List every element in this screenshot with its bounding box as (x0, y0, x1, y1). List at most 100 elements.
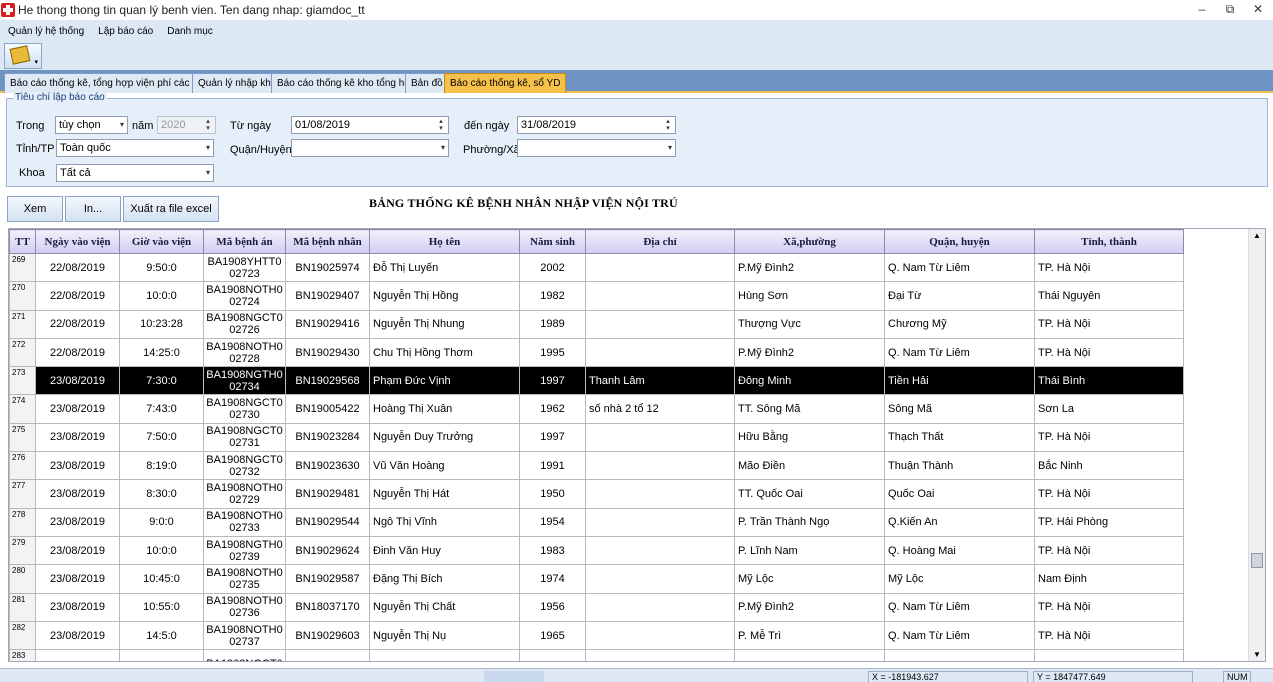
cell-dia-chi[interactable] (585, 309, 735, 339)
cell-ma-benh-nhan[interactable]: BN19005422 (285, 394, 370, 424)
cell-xa-phuong[interactable] (734, 649, 885, 661)
cell-nam-sinh[interactable]: 1997 (519, 366, 586, 396)
cell-quan-huyen[interactable]: Quốc Oai (884, 479, 1035, 509)
cell-ma-benh-an[interactable]: BA1908NGCT002731 (203, 422, 286, 453)
cell-nam-sinh[interactable]: 1995 (519, 337, 586, 368)
cell-quan-huyen[interactable]: Tiền Hải (884, 366, 1035, 396)
cell-quan-huyen[interactable]: Q.Kiến An (884, 507, 1035, 537)
cell-quan-huyen[interactable]: Mỹ Lộc (884, 564, 1035, 594)
cell-xa-phuong[interactable]: Mỹ Lộc (734, 564, 885, 594)
cell-xa-phuong[interactable]: Đông Minh (734, 366, 885, 396)
cell-nam-sinh[interactable]: 1954 (519, 507, 586, 537)
cell-nam-sinh[interactable]: 1974 (519, 564, 586, 594)
cell-ma-benh-an[interactable]: BA1908NGTH002739 (203, 535, 286, 566)
scroll-up-icon[interactable]: ▲ (1253, 231, 1261, 240)
cell-tinh-thanh[interactable]: TP. Hà Nội (1034, 479, 1184, 509)
table-row[interactable]: 278 23/08/2019 9:0:0 BA1908NOTH002733 BN1902… (9, 507, 1184, 537)
cell-ngay[interactable]: 23/08/2019 (35, 507, 120, 537)
vertical-scrollbar[interactable]: ▲ ▼ (1248, 229, 1265, 661)
cell-gio[interactable]: 9:0:0 (119, 507, 204, 537)
cell-ma-benh-an[interactable]: BA1908NGCT002726 (203, 309, 286, 339)
restore-button[interactable]: ⧉ (1223, 2, 1237, 17)
cell-gio[interactable]: 10:23:28 (119, 309, 204, 339)
cell-ho-ten[interactable]: Hoàng Thị Xuân (369, 394, 520, 424)
cell-ngay[interactable]: 23/08/2019 (35, 422, 120, 453)
col-ho-ten[interactable]: Họ tên (369, 229, 520, 254)
cell-tinh-thanh[interactable]: TP. Hà Nội (1034, 337, 1184, 368)
col-quan-huyen[interactable]: Quận, huyện (884, 229, 1035, 254)
quan-select[interactable]: ▾ (291, 139, 449, 157)
cell-ho-ten[interactable]: Ngô Thị Vĩnh (369, 507, 520, 537)
table-row[interactable]: 280 23/08/2019 10:45:0 BA1908NOTH002735 BN19… (9, 564, 1184, 594)
cell-quan-huyen[interactable]: Q. Nam Từ Liêm (884, 620, 1035, 651)
cell-xa-phuong[interactable]: P. Mễ Trì (734, 620, 885, 651)
cell-tinh-thanh[interactable]: Sơn La (1034, 394, 1184, 424)
cell-quan-huyen[interactable]: Chương Mỹ (884, 309, 1035, 339)
cell-tt[interactable]: 278 (9, 507, 36, 537)
nam-input[interactable]: 2020 ▴ ▾ (157, 116, 216, 134)
cell-ngay[interactable]: 23/08/2019 (35, 366, 120, 396)
cell-ma-benh-an[interactable]: BA1908YHTT002723 (203, 252, 286, 283)
cell-ngay[interactable]: 22/08/2019 (35, 337, 120, 368)
tab-bao-cao-so-yd[interactable]: Báo cáo thống kê, sổ YD (444, 73, 567, 93)
cell-ngay[interactable] (35, 649, 120, 661)
cell-quan-huyen[interactable]: Q. Nam Từ Liêm (884, 337, 1035, 368)
cell-nam-sinh[interactable] (519, 649, 586, 661)
cell-tt[interactable]: 273 (9, 366, 36, 396)
cell-tinh-thanh[interactable]: Bắc Ninh (1034, 451, 1184, 481)
cell-ho-ten[interactable]: Chu Thị Hồng Thơm (369, 337, 520, 368)
cell-quan-huyen[interactable]: Q. Nam Từ Liêm (884, 252, 1035, 283)
cell-ma-benh-nhan[interactable]: BN19029416 (285, 309, 370, 339)
cell-ma-benh-an[interactable]: BA1908NGCT002732 (203, 451, 286, 481)
cell-xa-phuong[interactable]: P.Mỹ Đình2 (734, 252, 885, 283)
cell-ngay[interactable]: 22/08/2019 (35, 252, 120, 283)
cell-nam-sinh[interactable]: 1962 (519, 394, 586, 424)
cell-ma-benh-nhan[interactable]: BN19029430 (285, 337, 370, 368)
col-tt[interactable]: TT (9, 229, 36, 254)
cell-gio[interactable]: 8:30:0 (119, 479, 204, 509)
cell-dia-chi[interactable] (585, 649, 735, 661)
cell-ma-benh-an[interactable]: BA1908NOTH002729 (203, 479, 286, 509)
cell-tinh-thanh[interactable]: TP. Hà Nội (1034, 309, 1184, 339)
cell-ho-ten[interactable]: Đỗ Thị Luyến (369, 252, 520, 283)
close-button[interactable]: ✕ (1251, 2, 1265, 17)
cell-quan-huyen[interactable]: Đại Từ (884, 281, 1035, 311)
table-row[interactable]: 275 23/08/2019 7:50:0 BA1908NGCT002731 BN190… (9, 422, 1184, 453)
phuong-select[interactable]: ▾ (517, 139, 676, 157)
cell-gio[interactable]: 14:5:0 (119, 620, 204, 651)
scroll-thumb[interactable] (1251, 553, 1263, 568)
menu-danh-muc[interactable]: Danh mục (167, 26, 213, 37)
cell-tinh-thanh[interactable]: TP. Hà Nội (1034, 535, 1184, 566)
report-tool-button[interactable]: ▾ (4, 43, 42, 69)
table-row[interactable]: 281 23/08/2019 10:55:0 BA1908NOTH002736 BN18… (9, 592, 1184, 622)
cell-xa-phuong[interactable]: Hữu Bằng (734, 422, 885, 453)
cell-tt[interactable]: 282 (9, 620, 36, 651)
cell-ho-ten[interactable]: Vũ Văn Hoàng (369, 451, 520, 481)
col-xa-phuong[interactable]: Xã,phường (734, 229, 885, 254)
cell-ma-benh-nhan[interactable]: BN19029587 (285, 564, 370, 594)
cell-ma-benh-nhan[interactable]: BN19023630 (285, 451, 370, 481)
col-ngay-vao-vien[interactable]: Ngày vào viện (35, 229, 120, 254)
table-row[interactable]: 269 22/08/2019 9:50:0 BA1908YHTT002723 BN190… (9, 252, 1184, 283)
cell-ma-benh-an[interactable]: BA1908NOTH002735 (203, 564, 286, 594)
cell-ma-benh-nhan[interactable]: BN19029407 (285, 281, 370, 311)
cell-ho-ten[interactable]: Nguyễn Duy Trưởng (369, 422, 520, 453)
export-excel-button[interactable]: Xuất ra file excel (123, 196, 219, 222)
cell-ho-ten[interactable]: Nguyễn Thị Nhung (369, 309, 520, 339)
tu-ngay-picker[interactable]: 01/08/2019 ▴ ▾ (291, 116, 449, 134)
cell-ho-ten[interactable]: Nguyễn Thị Hồng (369, 281, 520, 311)
table-row[interactable]: 271 22/08/2019 10:23:28 BA1908NGCT002726 BN1… (9, 309, 1184, 339)
cell-gio[interactable]: 10:55:0 (119, 592, 204, 622)
cell-xa-phuong[interactable]: P. Lĩnh Nam (734, 535, 885, 566)
cell-nam-sinh[interactable]: 1956 (519, 592, 586, 622)
cell-dia-chi[interactable] (585, 252, 735, 283)
cell-dia-chi[interactable]: số nhà 2 tổ 12 (585, 394, 735, 424)
cell-ngay[interactable]: 23/08/2019 (35, 479, 120, 509)
cell-tt[interactable]: 276 (9, 451, 36, 481)
cell-ngay[interactable]: 23/08/2019 (35, 564, 120, 594)
cell-dia-chi[interactable] (585, 422, 735, 453)
tinh-select[interactable]: Toàn quốc ▾ (56, 139, 214, 157)
cell-tinh-thanh[interactable]: TP. Hà Nội (1034, 252, 1184, 283)
cell-tinh-thanh[interactable]: TP. Hà Nội (1034, 620, 1184, 651)
cell-ma-benh-nhan[interactable] (285, 649, 370, 661)
